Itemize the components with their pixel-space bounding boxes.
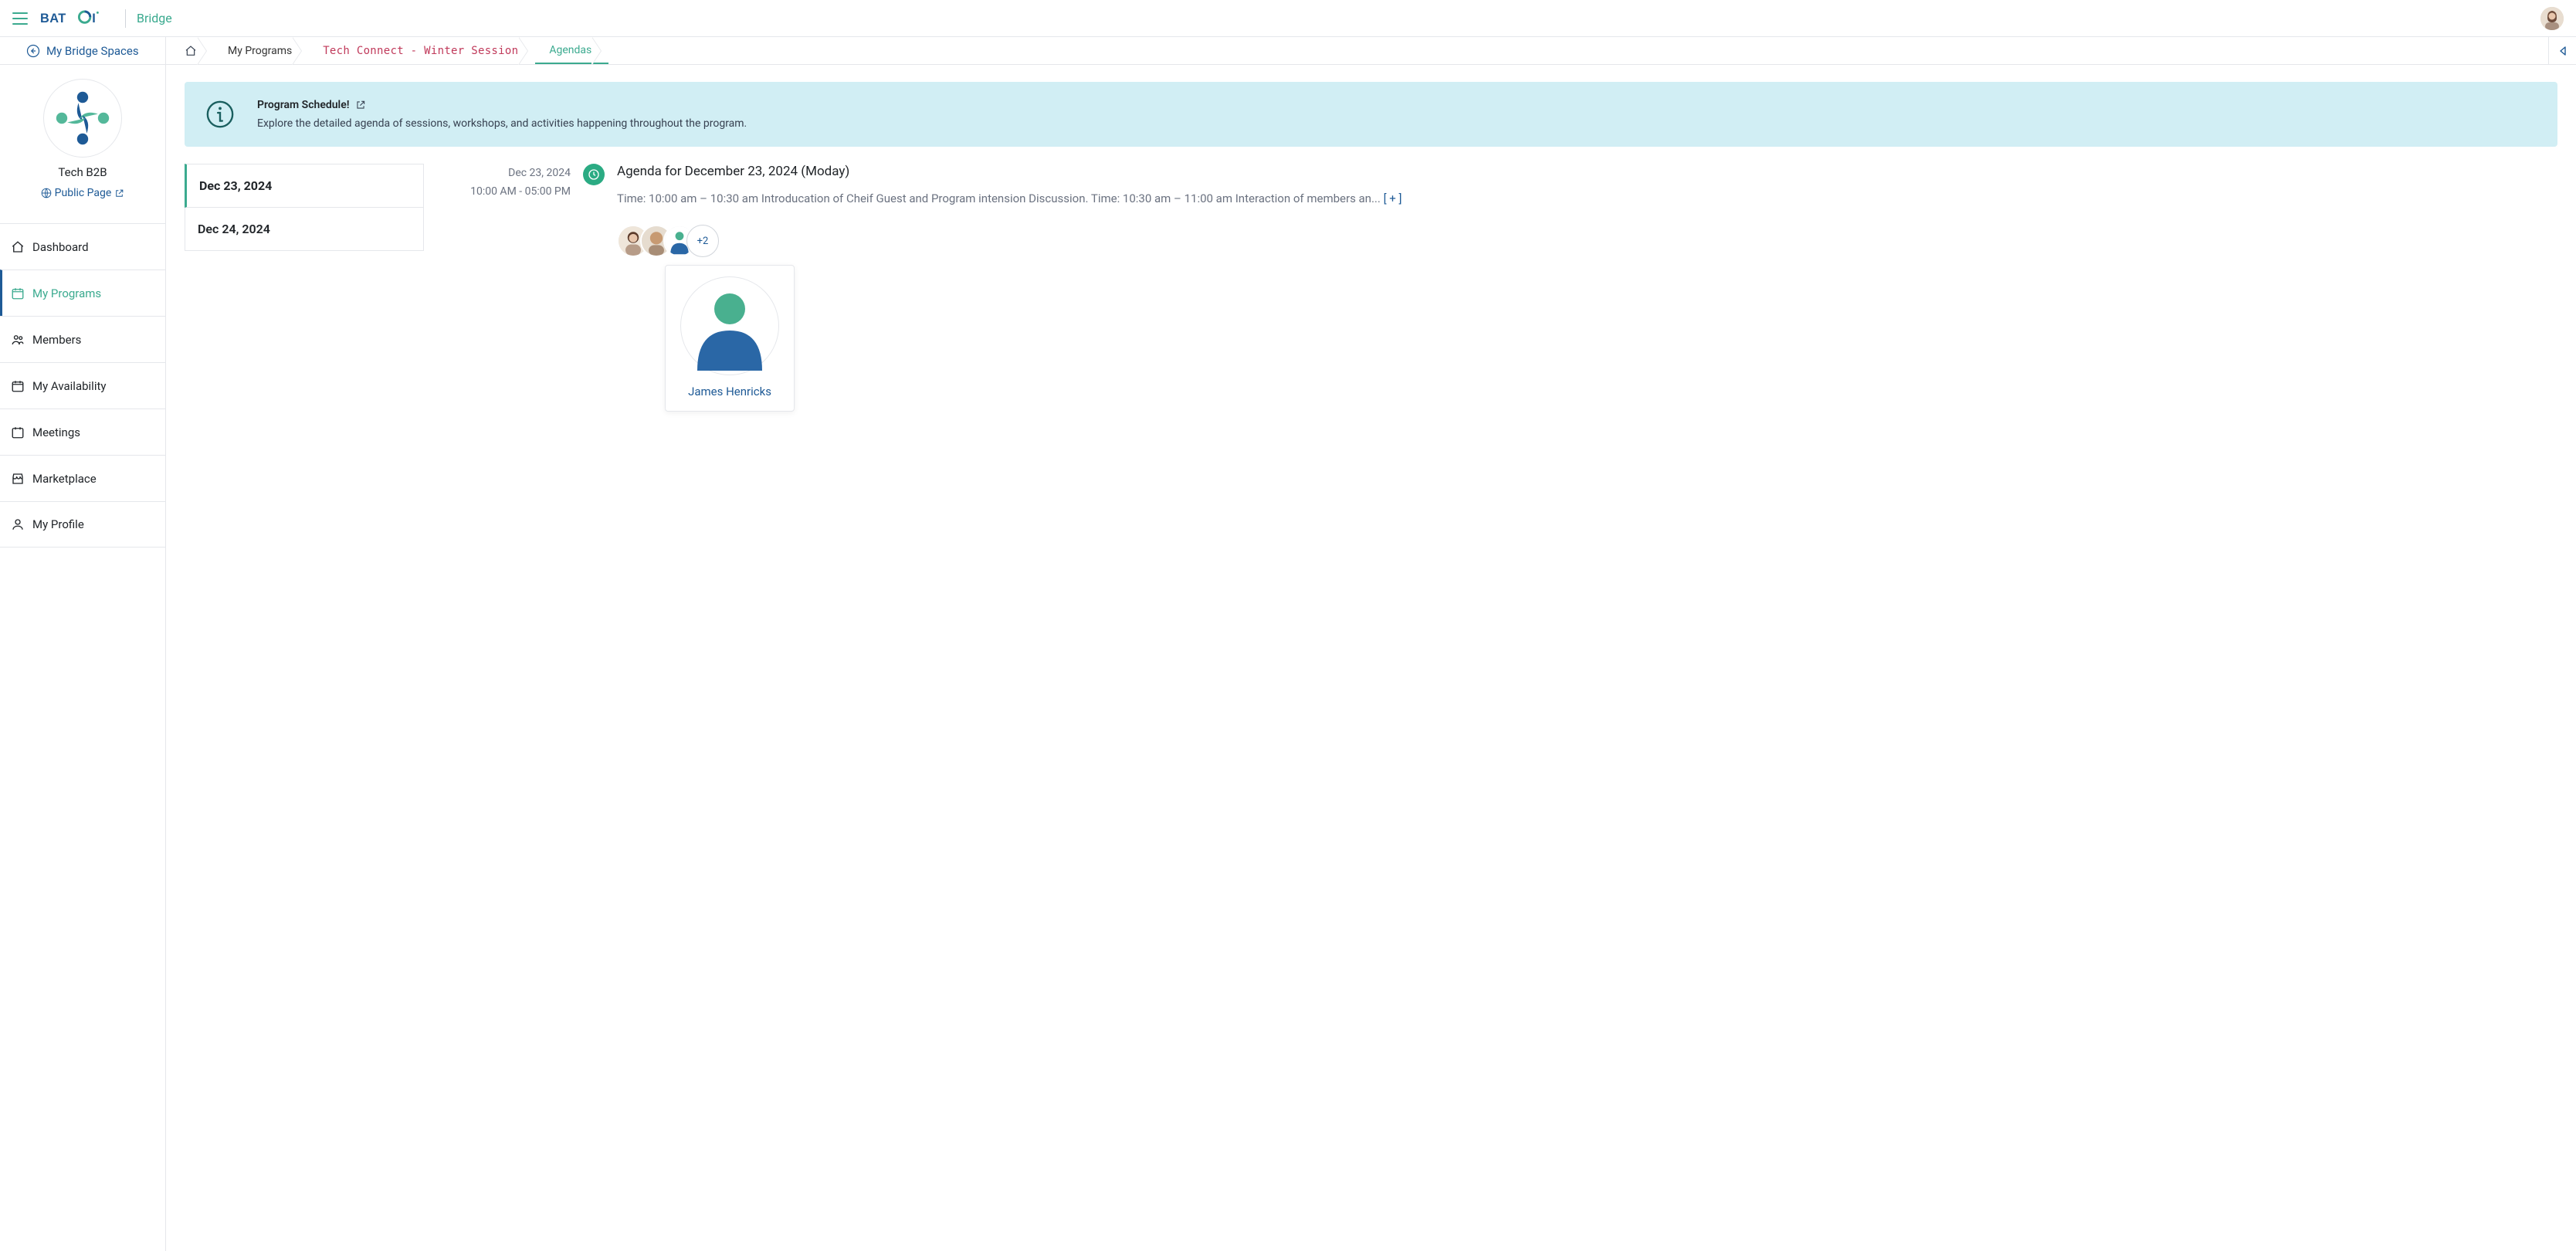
home-icon [185,45,197,57]
sidebar-item-my-programs[interactable]: My Programs [0,270,165,316]
users-icon [11,333,25,347]
date-item-1[interactable]: Dec 23, 2024 [185,164,424,208]
sidebar-item-label: Dashboard [32,240,89,254]
menu-toggle-icon[interactable] [12,12,28,25]
banner-desc: Explore the detailed agenda of sessions,… [257,117,747,130]
logo-divider [125,9,126,28]
banner-body: Program Schedule! Explore the detailed a… [257,99,747,130]
org-logo [43,79,122,158]
arrow-left-circle-icon [26,44,40,58]
side-nav: Dashboard My Programs Members My Availab… [0,223,165,548]
header-left: BAT I Bridge [12,9,172,28]
agenda-text-row: Time: 10:00 am – 10:30 am Introducation … [617,188,2557,209]
external-link-icon [114,188,124,198]
public-page-link[interactable]: Public Page [41,187,125,199]
attendees-avatars: +2 [617,225,2557,257]
sidebar-item-dashboard[interactable]: Dashboard [0,223,165,270]
popover-name[interactable]: James Henricks [673,385,786,398]
crumb-label: My Programs [228,45,292,57]
banner-title: Program Schedule! [257,99,349,111]
user-icon [11,517,25,531]
sidebar-item-label: My Profile [32,517,84,531]
sidebar-item-members[interactable]: Members [0,316,165,362]
sidebar-item-label: My Availability [32,379,106,393]
svg-text:BAT: BAT [40,11,66,25]
org-name: Tech B2B [8,165,158,179]
date-label: Dec 23, 2024 [199,178,272,193]
agenda-detail: Dec 23, 2024 10:00 AM - 05:00 PM Agenda … [439,164,2557,412]
sidebar-item-meetings[interactable]: Meetings [0,409,165,455]
crumb-agendas[interactable]: Agendas [535,37,608,64]
crumb-program[interactable]: Tech Connect - Winter Session [309,37,535,64]
calendar-check-icon [11,379,25,393]
top-header: BAT I Bridge [0,0,2576,37]
sidebar-item-availability[interactable]: My Availability [0,362,165,409]
globe-icon [41,188,52,198]
breadcrumb: My Programs Tech Connect - Winter Sessio… [166,37,2548,64]
product-name[interactable]: Bridge [137,11,172,25]
svg-text:I: I [92,11,96,25]
date-label: Dec 24, 2024 [198,222,270,236]
back-link[interactable]: My Bridge Spaces [0,37,166,64]
external-link-icon[interactable] [355,100,366,110]
crumb-my-programs[interactable]: My Programs [214,37,309,64]
brand-logo[interactable]: BAT I [40,10,114,27]
home-icon [11,240,25,254]
attendee-popover: James Henricks [665,265,795,412]
layout: Tech B2B Public Page Dashboard My Progra… [0,65,2576,1251]
banner-title-row: Program Schedule! [257,99,366,111]
public-page-label: Public Page [55,187,112,199]
info-banner: Program Schedule! Explore the detailed a… [185,82,2557,147]
sidebar-item-label: Marketplace [32,472,97,486]
calendar-outline-icon [11,425,25,439]
agenda-time-range: 10:00 AM - 05:00 PM [439,185,571,198]
breadcrumb-row: My Bridge Spaces My Programs Tech Connec… [0,37,2576,65]
collapse-panel-button[interactable] [2548,37,2576,64]
agenda-text: Time: 10:00 am – 10:30 am Introducation … [617,192,1381,205]
user-avatar[interactable] [2540,7,2564,30]
content: Program Schedule! Explore the detailed a… [166,65,2576,1251]
agenda-date: Dec 23, 2024 [439,167,571,179]
popover-avatar [680,276,779,375]
logo-wrap: BAT I Bridge [40,9,172,28]
store-icon [11,472,25,486]
sidebar-item-label: My Programs [32,286,101,300]
info-icon [205,99,236,130]
sidebar-item-label: Members [32,333,81,347]
attendee-more[interactable]: +2 [686,225,719,257]
agenda-title: Agenda for December 23, 2024 (Moday) [617,164,2557,179]
crumb-label: Tech Connect - Winter Session [323,45,518,57]
time-column: Dec 23, 2024 10:00 AM - 05:00 PM [439,164,571,412]
date-list: Dec 23, 2024 Dec 24, 2024 [185,164,424,412]
sidebar: Tech B2B Public Page Dashboard My Progra… [0,65,166,1251]
more-count: +2 [697,236,709,247]
sidebar-item-my-profile[interactable]: My Profile [0,501,165,548]
org-block: Tech B2B Public Page [0,65,165,215]
agenda-body: Agenda for December 23, 2024 (Moday) Tim… [617,164,2557,412]
crumb-label: Agendas [549,44,591,56]
date-item-2[interactable]: Dec 24, 2024 [185,208,424,251]
clock-icon [583,164,605,185]
calendar-icon [11,286,25,300]
back-label: My Bridge Spaces [46,44,139,58]
expand-toggle[interactable]: [ + ] [1384,192,1402,205]
crumb-home[interactable] [174,37,214,64]
sidebar-item-label: Meetings [32,425,80,439]
triangle-left-icon [2559,46,2567,56]
agenda-area: Dec 23, 2024 Dec 24, 2024 Dec 23, 2024 1… [185,164,2557,412]
sidebar-item-marketplace[interactable]: Marketplace [0,455,165,501]
